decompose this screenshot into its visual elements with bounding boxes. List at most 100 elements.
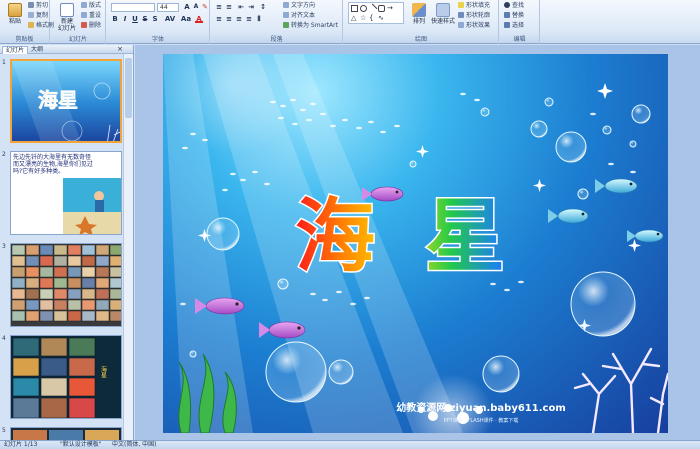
theme-name: "默认设计模板" <box>60 441 102 448</box>
slides-group: 新建 幻灯片 版式 重设 删除 幻灯片 <box>51 0 106 44</box>
thumb-3-preview <box>11 244 121 326</box>
font-name-combo[interactable] <box>111 3 155 12</box>
align-right-icon[interactable]: ≡ <box>235 15 243 23</box>
shape-outline-button[interactable]: 形状轮廓 <box>458 12 490 20</box>
thumb-number: 4 <box>2 335 6 342</box>
tab-outline[interactable]: 大纲 <box>28 46 46 54</box>
thumb-number: 1 <box>2 59 6 66</box>
new-slide-button[interactable]: 新建 幻灯片 <box>55 2 79 32</box>
clipboard-group-label: 剪贴板 <box>0 34 49 43</box>
triangle-shape-icon[interactable]: △ <box>351 15 358 22</box>
bold-icon[interactable]: B <box>111 15 119 23</box>
brace-shape-icon[interactable]: { <box>369 15 376 22</box>
select-button[interactable]: 选择 <box>504 22 524 30</box>
thumb-number: 5 <box>2 427 6 434</box>
close-panel-icon[interactable]: × <box>117 45 123 53</box>
thumb-1-title: 海星 <box>38 88 78 112</box>
italic-icon[interactable]: I <box>121 15 129 23</box>
reset-icon <box>81 12 87 18</box>
align-left-icon[interactable]: ≡ <box>215 15 223 23</box>
slides-group-label: 幻灯片 <box>51 34 105 43</box>
smartart-icon <box>283 22 289 28</box>
underline-icon[interactable]: U <box>131 15 139 23</box>
thumb-4-preview: 海星 <box>11 336 121 418</box>
paste-button[interactable]: 粘贴 <box>2 2 28 32</box>
replace-button[interactable]: 替换 <box>504 12 524 20</box>
align-text-button[interactable]: 对齐文本 <box>283 12 315 20</box>
shapes-gallery[interactable]: → △ ☆ { ∿ <box>348 2 404 24</box>
oval-shape-icon[interactable] <box>360 5 367 12</box>
slide-thumb-5[interactable] <box>10 427 122 441</box>
line-spacing-icon[interactable]: ↕ <box>259 3 267 11</box>
clear-format-icon[interactable]: ✎ <box>201 3 209 11</box>
ribbon: 粘贴 剪切 复制 格式刷 剪贴板 新建 幻灯片 版式 重设 删除 幻灯片 44 … <box>0 0 700 44</box>
thumb-4-side-text: 海星 <box>100 365 107 378</box>
text-direction-button[interactable]: 文字方向 <box>283 2 315 10</box>
delete-slide-button[interactable]: 删除 <box>81 22 101 30</box>
columns-icon[interactable]: ⫴ <box>255 15 263 23</box>
font-size-combo[interactable]: 44 <box>157 3 179 12</box>
line-shape-icon[interactable] <box>367 3 378 14</box>
copy-button[interactable]: 复制 <box>28 12 48 20</box>
increase-indent-icon[interactable]: ⇥ <box>247 3 255 11</box>
layout-icon <box>81 2 87 8</box>
outline-pen-icon <box>458 12 464 18</box>
drawing-group-label: 绘图 <box>344 34 498 43</box>
change-case-icon[interactable]: Aa <box>179 15 193 23</box>
scrollbar-thumb[interactable] <box>125 58 132 118</box>
quick-styles-button[interactable]: 快速样式 <box>431 2 455 32</box>
shadow-icon[interactable]: S <box>151 15 159 23</box>
bullets-icon[interactable]: ≡ <box>215 3 223 11</box>
arrange-icon <box>412 3 426 17</box>
spacing-icon[interactable]: AV <box>163 15 177 23</box>
slide-canvas: 海星 幼教资源网 ziyuan.baby611.com PPT课件 · FLAS… <box>135 45 700 440</box>
font-color-icon[interactable]: A <box>195 15 203 23</box>
copy-icon <box>28 12 34 18</box>
arrow-shape-icon[interactable]: → <box>387 5 394 12</box>
slide-editor[interactable]: 海星 幼教资源网 ziyuan.baby611.com PPT课件 · FLAS… <box>163 54 668 433</box>
slide-counter: 幻灯片 1/13 <box>4 441 38 448</box>
shrink-font-icon[interactable]: A <box>192 3 200 11</box>
delete-icon <box>81 22 87 28</box>
editing-group: 查找 替换 选择 编辑 <box>500 0 540 44</box>
justify-icon[interactable]: ≡ <box>245 15 253 23</box>
rectangle-shape-icon[interactable] <box>351 5 358 12</box>
scissors-icon <box>28 2 34 8</box>
drawing-group: → △ ☆ { ∿ 排列 快速样式 形状填充 形状轮廓 形状效果 绘图 <box>344 0 499 44</box>
shape-effects-button[interactable]: 形状效果 <box>458 22 490 30</box>
thumb-1-preview: 海星 <box>12 61 120 141</box>
find-button[interactable]: 查找 <box>504 2 524 10</box>
slide-artwork: 海星 幼教资源网 ziyuan.baby611.com PPT课件 · FLAS… <box>163 54 668 433</box>
slide-thumb-2[interactable]: 先边先钎的大海里有无数奇怪而又漂亮的生物,海星你们见过吗?它有好多种类。 <box>10 151 122 235</box>
cut-button[interactable]: 剪切 <box>28 2 48 10</box>
fill-bucket-icon <box>458 2 464 8</box>
arrange-button[interactable]: 排列 <box>408 2 430 32</box>
thumb-number: 3 <box>2 243 6 250</box>
grow-font-icon[interactable]: A <box>183 3 191 11</box>
strikethrough-icon[interactable]: S <box>141 15 149 23</box>
slide-thumb-3[interactable] <box>10 243 122 327</box>
editing-group-label: 编辑 <box>500 34 539 43</box>
decrease-indent-icon[interactable]: ⇤ <box>237 3 245 11</box>
slide-thumb-4[interactable]: 海星 <box>10 335 122 419</box>
reset-button[interactable]: 重设 <box>81 12 101 20</box>
align-center-icon[interactable]: ≡ <box>225 15 233 23</box>
panel-scrollbar[interactable] <box>123 54 133 440</box>
shape-fill-button[interactable]: 形状填充 <box>458 2 490 10</box>
coral <box>573 347 668 433</box>
numbering-icon[interactable]: ≡ <box>225 3 233 11</box>
tab-slides[interactable]: 幻灯片 <box>2 46 29 54</box>
slide-title[interactable]: 海星 <box>294 189 555 285</box>
curve-shape-icon[interactable]: ∿ <box>378 15 385 22</box>
font-group: 44 A A ✎ B I U S S AV Aa A 字体 <box>107 0 210 44</box>
clipboard-group: 粘贴 剪切 复制 格式刷 剪贴板 <box>0 0 54 44</box>
star-shape-icon[interactable]: ☆ <box>360 15 367 22</box>
slides-panel: 幻灯片 大纲 × 1 海星 2 先边先钎的大海里有无数奇怪而又漂亮的生物,海星你… <box>0 45 134 441</box>
layout-button[interactable]: 版式 <box>81 2 101 10</box>
blue-fish <box>548 178 664 243</box>
rounded-rect-shape-icon[interactable] <box>378 5 385 12</box>
slide-thumb-1[interactable]: 海星 <box>10 59 122 143</box>
watermark: 幼教资源网 ziyuan.baby611.com <box>396 401 566 414</box>
brush-icon <box>28 22 34 28</box>
smartart-button[interactable]: 转换为 SmartArt <box>283 22 338 30</box>
